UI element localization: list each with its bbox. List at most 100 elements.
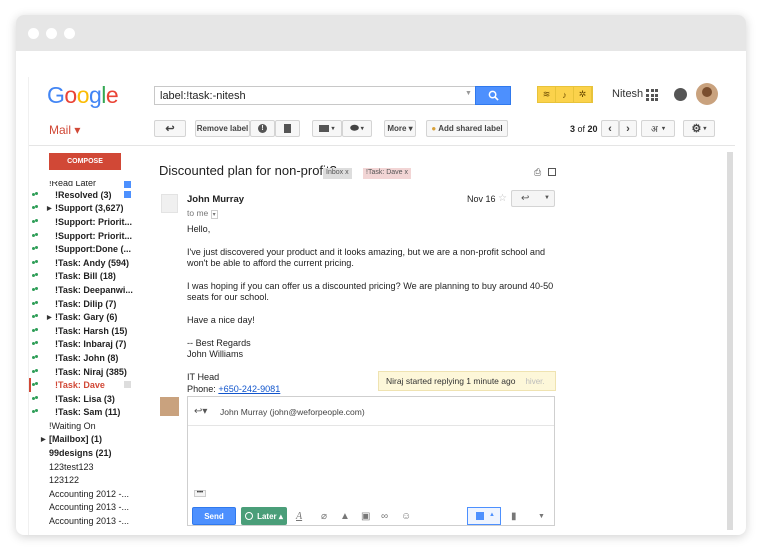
send-later-button[interactable]: Later ▴ [241, 507, 287, 525]
compose-button[interactable]: COMPOSE [49, 153, 121, 170]
remove-label-button[interactable]: Remove label [195, 120, 250, 137]
sidebar-label-item[interactable]: !Task: Dilip (7) [29, 297, 159, 311]
report-spam-button[interactable]: ! [250, 120, 275, 137]
delete-button[interactable] [275, 120, 300, 137]
details-dropdown-icon[interactable]: ▾ [210, 210, 218, 219]
emoji-icon[interactable]: ☺ [401, 511, 411, 522]
sidebar-label-item[interactable]: !Task: Inbaraj (7) [29, 338, 159, 352]
sidebar-label-item[interactable]: !Task: Lisa (3) [29, 392, 159, 406]
layers-icon[interactable]: ≋ [538, 87, 556, 102]
sun-icon[interactable]: ✲ [574, 87, 592, 102]
shared-label-icon [32, 341, 39, 347]
link-icon[interactable]: ∞ [381, 511, 388, 522]
older-button[interactable]: › [619, 120, 637, 137]
notifications-icon[interactable] [674, 88, 687, 101]
reply-more-icon[interactable]: ▼ [544, 195, 550, 201]
scrollbar[interactable] [727, 152, 733, 530]
input-tools-button[interactable]: अ ▾ [641, 120, 675, 137]
add-shared-label-button[interactable]: ● Add shared label [426, 120, 508, 137]
username[interactable]: Nitesh [612, 88, 643, 100]
newer-button[interactable]: ‹ [601, 120, 619, 137]
avatar[interactable] [696, 83, 718, 105]
sidebar-label-item[interactable]: !Task: Bill (18) [29, 270, 159, 284]
hiver-note-text: Niraj started replying 1 minute ago [386, 376, 516, 386]
recipient-summary[interactable]: to me ▾ [187, 208, 218, 219]
search-button[interactable] [475, 86, 511, 105]
reply-type-icon[interactable]: ↩▾ [194, 406, 207, 417]
settings-button[interactable]: ⚙ ▾ [683, 120, 715, 137]
sidebar-label-item[interactable]: Accounting 2012 -... [29, 487, 159, 501]
expand-arrow-icon[interactable]: ▶ [47, 314, 55, 321]
pager-total: 20 [587, 124, 598, 134]
sidebar-label-item[interactable]: !Waiting On [29, 419, 159, 433]
window-dot[interactable] [46, 27, 57, 39]
google-logo[interactable]: Google [47, 82, 119, 109]
sidebar-label-item[interactable]: Accounting 2013 -... [29, 501, 159, 515]
mail-switcher[interactable]: Mail ▾ [49, 123, 80, 137]
sidebar-label-item[interactable]: !Task: Andy (594) [29, 256, 159, 270]
sidebar-label-item[interactable]: 123122 [29, 473, 159, 487]
label-chip-task-dave[interactable]: !Task: Dave x [363, 168, 412, 179]
sidebar-label-text: 123test123 [49, 461, 94, 472]
sender-name[interactable]: John Murray [187, 194, 244, 205]
search-input[interactable]: label:!task:-nitesh [154, 86, 476, 105]
label-color-swatch[interactable] [124, 381, 131, 389]
label-color-swatch[interactable] [124, 181, 131, 188]
send-button[interactable]: Send [192, 507, 236, 525]
sidebar-label-item[interactable]: 99designs (21) [29, 446, 159, 460]
template-button[interactable]: ▲ [467, 507, 501, 525]
print-icon[interactable]: ⎙ [534, 167, 541, 178]
attach-icon[interactable]: ⌀ [321, 511, 327, 522]
window-dot[interactable] [28, 27, 39, 39]
sidebar-label-item[interactable]: !Task: Deepanwi... [29, 283, 159, 297]
sidebar-label-item[interactable]: !Task: Harsh (15) [29, 324, 159, 338]
label-chip-inbox[interactable]: Inbox x [323, 168, 352, 179]
sidebar-label-item[interactable]: !Task: John (8) [29, 351, 159, 365]
shared-label-icon [32, 300, 39, 307]
discard-draft-icon[interactable]: ▮ [511, 511, 517, 522]
expand-arrow-icon[interactable]: ▶ [41, 436, 49, 443]
new-window-icon[interactable] [548, 168, 556, 176]
shared-label-icon [32, 395, 39, 402]
show-trimmed-content-button[interactable]: ••• [194, 490, 206, 497]
sidebar-label-item[interactable]: 123test123 [29, 460, 159, 474]
sidebar-label-item[interactable]: !Task: Sam (11) [29, 406, 159, 420]
sender-avatar [161, 194, 178, 213]
move-to-button[interactable]: ▾ [312, 120, 342, 137]
reply-button[interactable]: ↩ ▼ [511, 190, 555, 207]
sidebar-label-item[interactable]: !Support: Priorit... [29, 215, 159, 229]
reply-body-input[interactable] [188, 426, 554, 486]
apps-grid-icon[interactable] [646, 89, 658, 101]
labels-button[interactable]: ⬬ ▾ [342, 120, 372, 137]
photo-icon[interactable]: ▣ [361, 511, 370, 522]
sidebar-label-item[interactable]: !Task: Niraj (385) [29, 365, 159, 379]
formatting-icon[interactable]: A [296, 511, 302, 522]
sidebar-label-item[interactable]: !Read Later [29, 181, 159, 188]
sidebar-label-item[interactable]: !Task: Dave [29, 378, 159, 392]
expand-arrow-icon[interactable]: ▶ [47, 205, 55, 212]
sidebar-label-item[interactable]: ▶ [Mailbox] (1) [29, 433, 159, 447]
sidebar-label-item[interactable]: !Support:Done (... [29, 242, 159, 256]
sidebar-label-text: !Task: Deepanwi... [55, 284, 133, 295]
sidebar-label-item[interactable]: ▶ !Support (3,627) [29, 202, 159, 216]
more-button[interactable]: More ▾ [384, 120, 416, 137]
star-icon[interactable]: ☆ [498, 193, 507, 204]
bell-icon[interactable]: ♪ [556, 87, 574, 102]
sidebar-label-text: !Support: Priorit... [55, 230, 132, 241]
drive-icon[interactable]: ▲ [340, 511, 350, 522]
reply-compose-box: ↩▾ John Murray (john@weforpeople.com) ••… [187, 396, 555, 526]
more-options-icon[interactable]: ▼ [538, 513, 545, 520]
sidebar-label-text: !Task: Inbaraj (7) [55, 339, 127, 350]
search-options-icon[interactable]: ▼ [465, 90, 472, 97]
reply-recipient[interactable]: John Murray (john@weforpeople.com) [220, 407, 365, 417]
sidebar-label-item[interactable]: Accounting 2013 -... [29, 514, 159, 528]
label-color-swatch[interactable] [124, 191, 131, 198]
sidebar-label-item[interactable]: ▶ !Task: Gary (6) [29, 310, 159, 324]
sidebar-label-item[interactable]: !Resolved (3) [29, 188, 159, 202]
back-button[interactable]: ↩ [154, 120, 186, 137]
window-dot[interactable] [64, 27, 75, 39]
back-arrow-icon: ↩ [165, 123, 175, 135]
phone-link[interactable]: +650-242-9081 [218, 384, 280, 394]
sidebar-label-item[interactable]: !Support: Priorit... [29, 229, 159, 243]
shared-label-icon [32, 382, 39, 388]
